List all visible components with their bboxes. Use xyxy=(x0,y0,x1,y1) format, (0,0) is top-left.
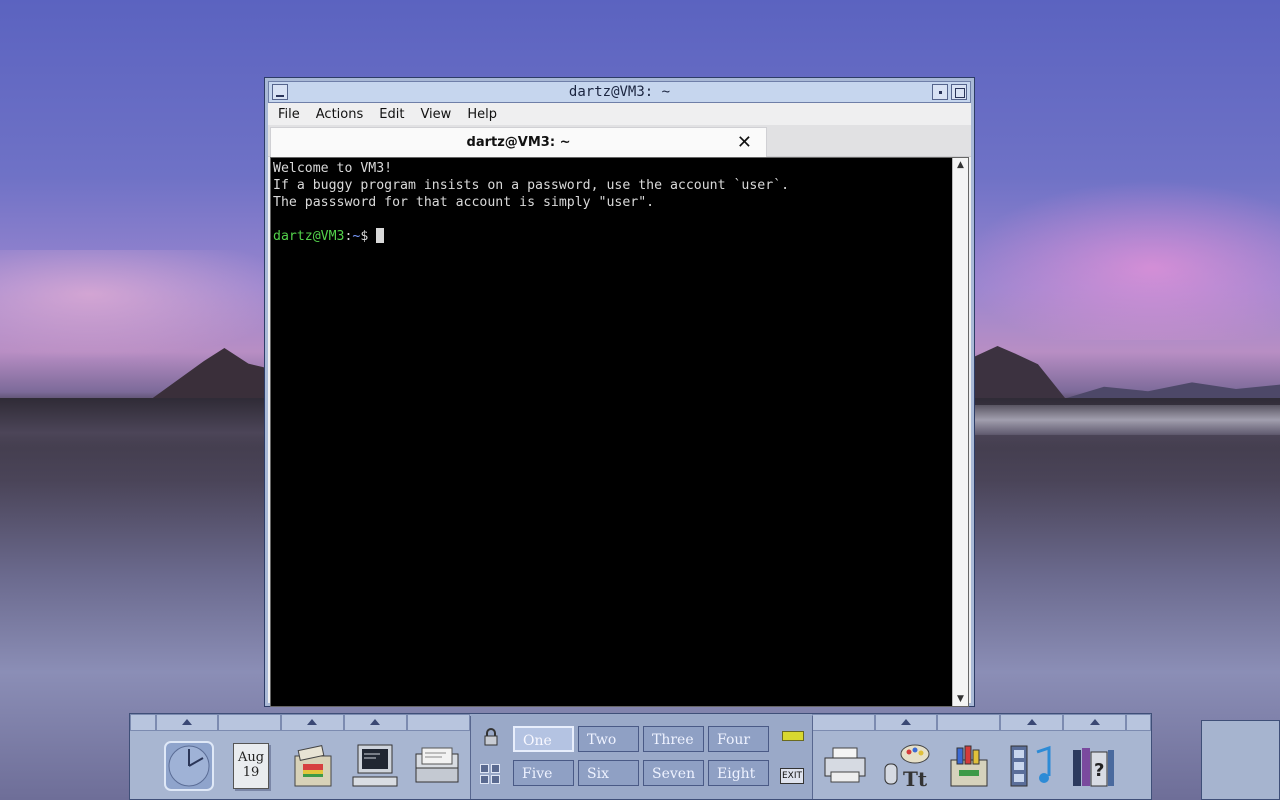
prompt-symbol: $ xyxy=(360,229,377,244)
terminal-line: If a buggy program insists on a password… xyxy=(273,178,790,193)
vertical-scrollbar[interactable]: ▲ ▼ xyxy=(952,158,968,706)
up-arrow-icon xyxy=(901,719,912,725)
window-content: File Actions Edit View Help dartz@VM3: ~… xyxy=(268,103,971,707)
scroll-down-arrow-icon[interactable]: ▼ xyxy=(953,692,968,706)
workspace-four[interactable]: Four xyxy=(708,726,769,752)
subpanel-arrow[interactable] xyxy=(875,714,938,731)
wallpaper-mountain-right xyxy=(975,346,1065,398)
window-menu-button[interactable] xyxy=(272,84,288,100)
prompt-user: dartz@VM3 xyxy=(273,229,345,244)
lock-icon[interactable] xyxy=(483,728,499,750)
subpanel-blank xyxy=(812,714,876,731)
help-manager-icon[interactable]: ? xyxy=(1064,738,1122,794)
application-manager-icon[interactable] xyxy=(940,738,998,794)
calendar-month: Aug xyxy=(237,750,265,765)
wallpaper-surf xyxy=(975,405,1280,435)
window-titlebar[interactable]: dartz@VM3: ~ xyxy=(268,81,971,103)
workspace-switcher: One Two Three Four Five Six Seven Eight … xyxy=(470,716,813,799)
text-cursor xyxy=(376,228,385,243)
up-arrow-icon xyxy=(1026,719,1037,725)
grid-cell xyxy=(480,775,489,784)
panel-minimize-handle[interactable] xyxy=(1126,714,1151,731)
terminal-line: Welcome to VM3! xyxy=(273,161,393,176)
terminal-window[interactable]: dartz@VM3: ~ File Actions Edit View Help… xyxy=(264,77,975,707)
terminal-line: The passsword for that account is simply… xyxy=(273,195,655,210)
workspace-eight[interactable]: Eight xyxy=(708,760,769,786)
mailer-icon[interactable] xyxy=(408,738,466,794)
clock-icon[interactable] xyxy=(160,738,218,794)
grid-cell xyxy=(491,775,500,784)
panel-menu-handle[interactable] xyxy=(130,714,156,731)
wallpaper-sky-glow xyxy=(0,250,300,360)
menu-file[interactable]: File xyxy=(278,107,300,122)
subpanel-arrow[interactable] xyxy=(343,714,407,731)
grid-cell xyxy=(480,764,489,773)
menubar: File Actions Edit View Help xyxy=(268,103,971,125)
calendar-page: Aug 19 xyxy=(233,743,269,789)
tab-terminal[interactable]: dartz@VM3: ~ ✕ xyxy=(270,127,767,157)
up-arrow-icon xyxy=(307,719,318,725)
workspace-seven[interactable]: Seven xyxy=(643,760,704,786)
svg-text:Tt: Tt xyxy=(903,767,928,790)
menu-help[interactable]: Help xyxy=(467,107,497,122)
svg-text:?: ? xyxy=(1094,760,1104,781)
menu-actions[interactable]: Actions xyxy=(316,107,364,122)
subpanel-arrow[interactable] xyxy=(1063,714,1126,731)
workspace-six[interactable]: Six xyxy=(578,760,639,786)
menu-view[interactable]: View xyxy=(420,107,451,122)
scroll-up-arrow-icon[interactable]: ▲ xyxy=(953,158,968,172)
style-manager-icon[interactable]: Tt xyxy=(878,738,936,794)
minimize-button[interactable] xyxy=(932,84,948,100)
subpanel-arrow[interactable] xyxy=(155,714,218,731)
workspace-obj-icon[interactable] xyxy=(480,764,500,784)
workspace-two[interactable]: Two xyxy=(578,726,639,752)
subpanel-arrow[interactable] xyxy=(1000,714,1064,731)
subpanel-blank xyxy=(217,714,281,731)
media-player-icon[interactable] xyxy=(1002,738,1060,794)
close-tab-icon[interactable]: ✕ xyxy=(737,132,752,153)
terminal-area[interactable]: Welcome to VM3! If a buggy program insist… xyxy=(270,157,969,707)
terminal-icon[interactable] xyxy=(346,738,404,794)
calendar-icon[interactable]: Aug 19 xyxy=(222,738,280,794)
workspace-one[interactable]: One xyxy=(513,726,574,752)
terminal-output[interactable]: Welcome to VM3! If a buggy program insist… xyxy=(271,158,952,706)
subpanel-arrow[interactable] xyxy=(280,714,344,731)
workspace-three[interactable]: Three xyxy=(643,726,704,752)
minimized-window-slot[interactable] xyxy=(1201,720,1280,800)
maximize-button[interactable] xyxy=(951,84,967,100)
calendar-day: 19 xyxy=(242,765,260,780)
tab-bar: dartz@VM3: ~ ✕ xyxy=(268,125,971,157)
subpanel-blank xyxy=(937,714,1001,731)
front-panel: Aug 19 One Two Three Four Five Six Seven… xyxy=(129,713,1152,800)
exit-button[interactable]: EXIT xyxy=(780,768,804,784)
window-title: dartz@VM3: ~ xyxy=(568,84,671,100)
subpanel-blank xyxy=(406,714,470,731)
tab-title: dartz@VM3: ~ xyxy=(466,135,571,150)
menu-edit[interactable]: Edit xyxy=(379,107,404,122)
up-arrow-icon xyxy=(370,719,381,725)
up-arrow-icon xyxy=(1089,719,1100,725)
printer-icon[interactable] xyxy=(816,738,874,794)
file-manager-icon[interactable] xyxy=(284,738,342,794)
busy-indicator-icon xyxy=(782,731,804,741)
wallpaper-sky-glow-right xyxy=(960,180,1280,340)
wallpaper-hills xyxy=(1060,382,1280,400)
workspace-five[interactable]: Five xyxy=(513,760,574,786)
prompt-line: dartz@VM3:~$ xyxy=(273,228,950,245)
grid-cell xyxy=(491,764,500,773)
up-arrow-icon xyxy=(181,719,192,725)
